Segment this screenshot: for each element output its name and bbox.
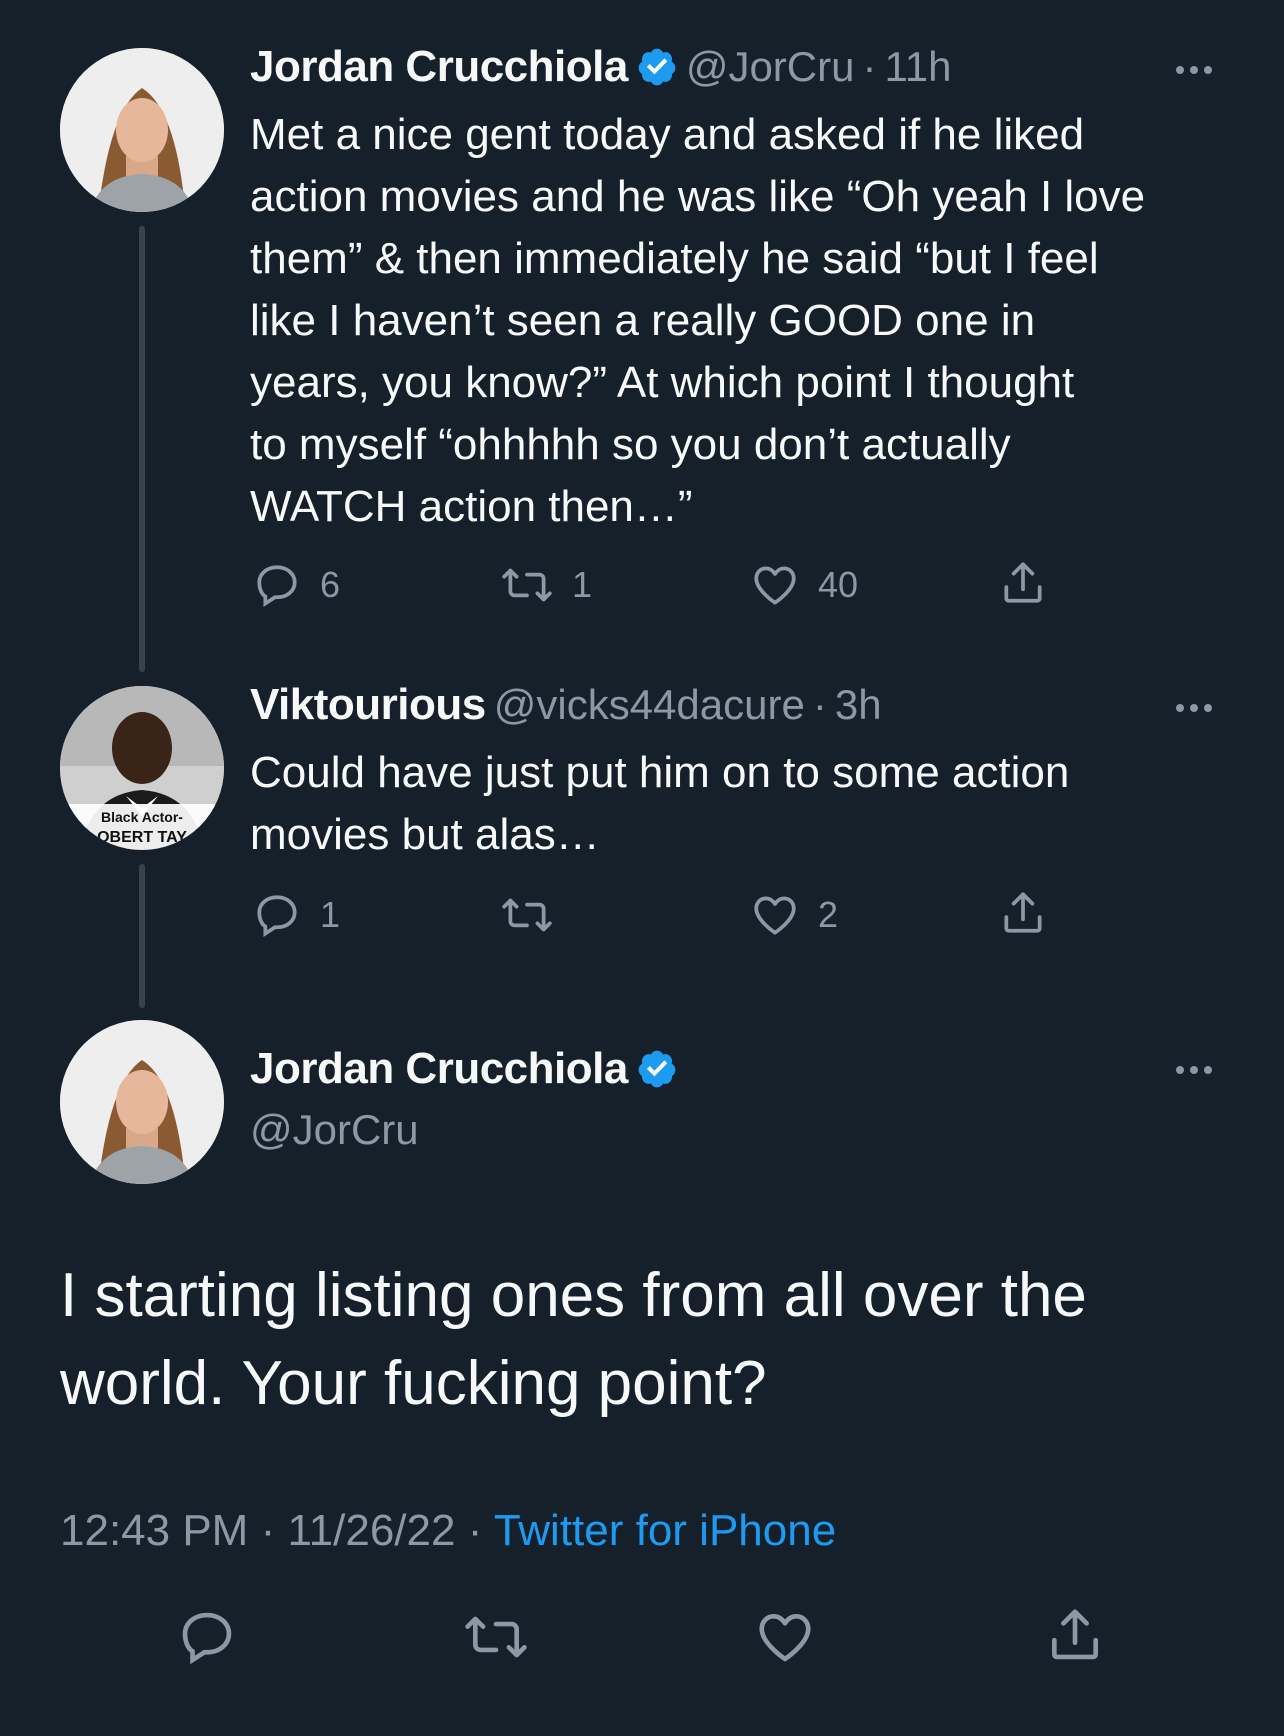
timestamp[interactable]: 3h: [835, 681, 882, 729]
separator: ·: [812, 681, 827, 728]
more-icon[interactable]: [1176, 704, 1212, 712]
retweet-button[interactable]: [462, 1606, 530, 1673]
verified-badge-icon: [636, 1048, 678, 1090]
username[interactable]: @JorCru: [250, 1106, 419, 1154]
retweet-icon: [502, 898, 552, 932]
username[interactable]: @vicks44dacure: [494, 681, 805, 729]
tweet-header: Jordan Crucchiola @JorCru · 11h: [250, 42, 951, 92]
tweet-header: Viktourious @vicks44dacure · 3h: [250, 680, 882, 730]
retweet-icon: [465, 1616, 527, 1658]
display-name[interactable]: Viktourious: [250, 680, 486, 730]
reply-count: 6: [320, 564, 341, 605]
more-icon[interactable]: [1176, 1066, 1212, 1074]
share-button[interactable]: [998, 888, 1048, 938]
retweet-count: 1: [572, 564, 593, 605]
verified-badge-icon: [636, 46, 678, 88]
retweet-button[interactable]: 1: [500, 560, 592, 610]
like-count: 2: [818, 894, 839, 935]
share-icon: [1004, 892, 1042, 933]
post-time[interactable]: 12:43 PM: [60, 1506, 248, 1555]
like-button[interactable]: [754, 1606, 816, 1673]
post-date[interactable]: 11/26/22: [287, 1506, 455, 1555]
tweet-text: Could have just put him on to some actio…: [250, 748, 1070, 859]
like-button[interactable]: 40: [750, 560, 858, 610]
reply-button[interactable]: 1: [252, 890, 340, 940]
reply-icon: [257, 895, 297, 938]
retweet-button[interactable]: [500, 890, 572, 940]
reply-count: 1: [320, 894, 341, 935]
share-button[interactable]: [1044, 1604, 1106, 1671]
thread-line: [139, 226, 145, 672]
separator: ·: [467, 1506, 483, 1555]
tweet-text: Met a nice gent today and asked if he li…: [250, 110, 1146, 531]
more-icon[interactable]: [1176, 66, 1212, 74]
display-name[interactable]: Jordan Crucchiola: [250, 42, 628, 92]
separator: ·: [862, 43, 877, 90]
reply-button[interactable]: [176, 1606, 238, 1673]
reply-icon: [182, 1612, 232, 1665]
timestamp[interactable]: 11h: [884, 43, 951, 91]
like-count: 40: [818, 564, 859, 605]
avatar-caption-2: OBERT TAY: [97, 829, 187, 846]
like-icon: [754, 566, 796, 605]
share-icon: [1052, 1609, 1098, 1660]
main-tweet-header: Jordan Crucchiola: [250, 1044, 678, 1094]
separator: ·: [260, 1506, 276, 1555]
like-icon: [754, 896, 796, 935]
reply-button[interactable]: 6: [252, 560, 340, 610]
like-icon: [759, 1614, 811, 1662]
avatar[interactable]: [60, 1020, 224, 1184]
display-name[interactable]: Jordan Crucchiola: [250, 1044, 628, 1094]
main-tweet-meta: 12:43 PM · 11/26/22 · Twitter for iPhone: [60, 1506, 836, 1556]
avatar-caption-1: Black Actor-: [101, 809, 183, 825]
main-tweet-text: I starting listing ones from all over th…: [60, 1261, 1087, 1418]
like-button[interactable]: 2: [750, 890, 838, 940]
avatar[interactable]: [60, 48, 224, 212]
source-link[interactable]: Twitter for iPhone: [494, 1506, 836, 1555]
share-icon: [1004, 562, 1042, 603]
avatar[interactable]: Black Actor- OBERT TAY: [60, 686, 224, 850]
retweet-icon: [502, 568, 552, 602]
reply-icon: [257, 565, 297, 608]
share-button[interactable]: [998, 558, 1048, 608]
thread-line: [139, 864, 145, 1008]
username[interactable]: @JorCru: [686, 43, 855, 91]
